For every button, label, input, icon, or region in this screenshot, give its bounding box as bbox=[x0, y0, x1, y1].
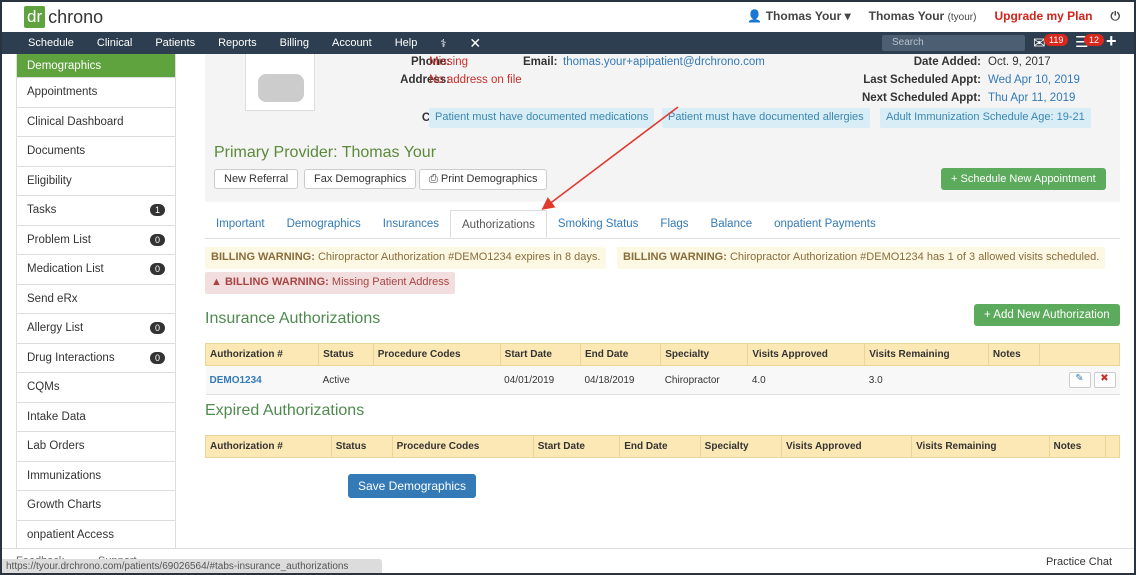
footer: Feedback Support https://tyour.drchrono.… bbox=[2, 548, 1134, 573]
practice-chat-button[interactable]: Practice Chat bbox=[1046, 556, 1112, 568]
status-url: https://tyour.drchrono.com/patients/6902… bbox=[2, 559, 382, 573]
annotation-arrow bbox=[541, 106, 679, 210]
